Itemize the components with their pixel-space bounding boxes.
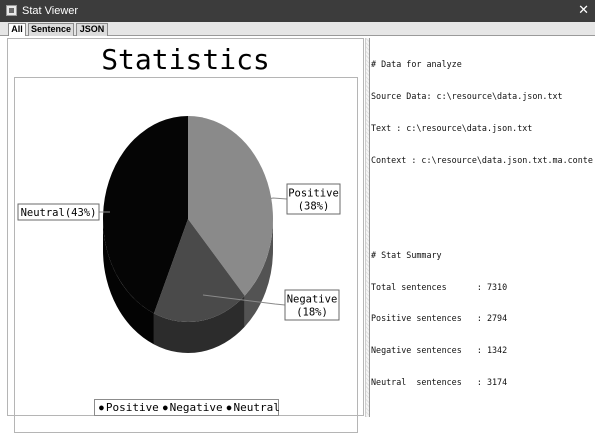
chart-legend: ● Positive ● Negative ● Neutral <box>94 399 280 416</box>
data-label-positive: Positive <box>288 188 339 200</box>
data-label-neutral: Neutral(43%) <box>21 207 97 219</box>
chart-title: Statistics <box>101 43 270 76</box>
legend-label-negative: Negative <box>169 401 223 414</box>
legend-item-negative: ● Negative <box>163 401 223 414</box>
summary-line: Positive sentences : 2794 <box>371 313 508 324</box>
legend-label-positive: Positive <box>105 401 159 414</box>
plot-area: Positive (38%) Negative (18%) Neutral(43%) <box>14 77 358 433</box>
legend-item-neutral: ● Neutral <box>227 401 280 414</box>
tab-json[interactable]: JSON <box>76 23 108 36</box>
legend-dot-icon: ● <box>226 403 232 412</box>
summary-line: Source Data: c:\resource\data.json.txt <box>371 90 563 101</box>
summary-line: Text : c:\resource\data.json.txt <box>371 122 533 133</box>
summary-line <box>371 186 593 197</box>
pie-chart: Positive(38%) Negative(18%) Neutral(43%) <box>17 116 341 353</box>
summary-line: # Stat Summary <box>371 249 442 260</box>
legend-item-positive: ● Positive <box>99 401 159 414</box>
tab-all[interactable]: All <box>8 23 26 36</box>
summary-line: Context : c:\resource\data.json.txt.ma.c… <box>371 154 593 165</box>
window-title: Stat Viewer <box>22 5 79 17</box>
summary-line: Total sentences : 7310 <box>371 281 508 292</box>
summary-line: Neutral sentences : 3174 <box>371 377 508 387</box>
summary-line: Negative sentences : 1342 <box>371 345 508 356</box>
legend-dot-icon: ● <box>162 403 168 412</box>
legend-label-neutral: Neutral <box>233 401 280 414</box>
legend-dot-icon: ● <box>99 403 104 412</box>
tab-bar: All Sentence JSON <box>0 22 595 36</box>
close-icon[interactable]: ✕ <box>578 3 589 18</box>
data-label-positive: (38%) <box>298 201 330 213</box>
summary-text-panel: # Data for analyze Source Data: c:\resou… <box>369 38 593 417</box>
summary-line <box>371 218 593 229</box>
app-icon <box>6 5 17 16</box>
summary-line: # Data for analyze <box>371 59 462 70</box>
tab-sentence[interactable]: Sentence <box>28 23 74 36</box>
chart-panel: Statistics Positive (38%) Negative (18%) Neu… <box>7 38 364 433</box>
data-label-negative: Negative <box>287 294 338 306</box>
title-bar: Stat Viewer ✕ <box>0 0 595 22</box>
data-label-negative: (18%) <box>296 307 328 319</box>
